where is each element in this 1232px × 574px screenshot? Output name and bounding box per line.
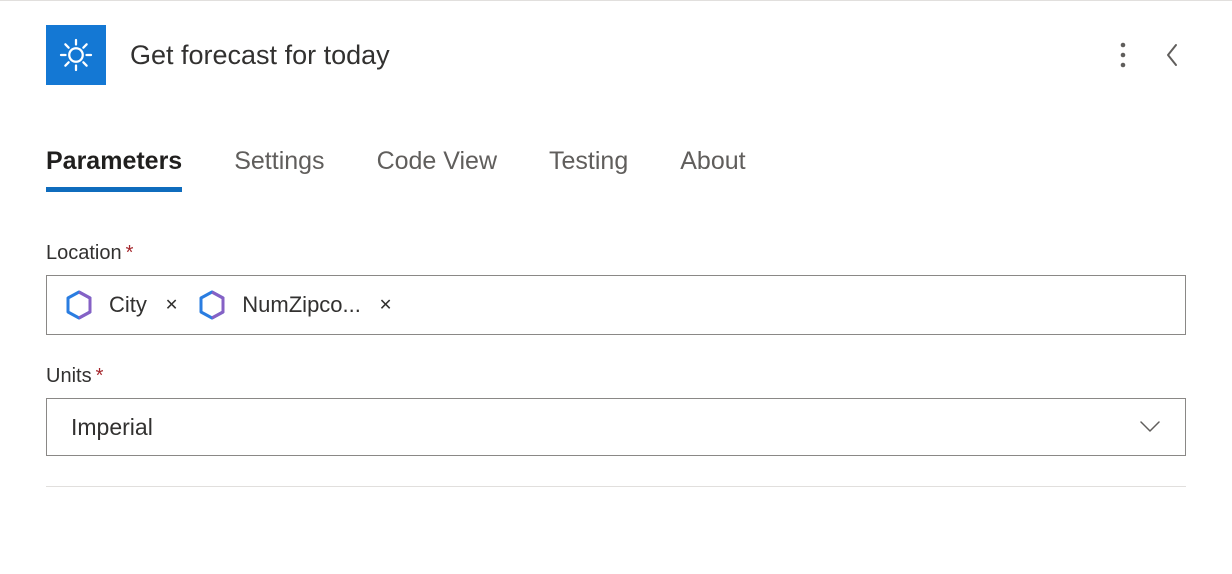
action-panel: Get forecast for today Parameters Settin… xyxy=(0,0,1232,487)
units-label: Units* xyxy=(46,365,1186,388)
tab-about[interactable]: About xyxy=(680,147,745,190)
tab-settings[interactable]: Settings xyxy=(234,147,324,190)
tab-code-view[interactable]: Code View xyxy=(377,147,497,190)
chevron-left-icon xyxy=(1164,41,1180,69)
token-city[interactable]: City ✕ xyxy=(61,287,184,323)
required-indicator: * xyxy=(96,365,104,387)
header-actions xyxy=(1114,35,1186,75)
tab-bar: Parameters Settings Code View Testing Ab… xyxy=(0,97,1232,190)
token-remove-button[interactable]: ✕ xyxy=(373,295,398,315)
required-indicator: * xyxy=(126,242,134,264)
location-field: Location* City ✕ xyxy=(46,242,1186,335)
location-input[interactable]: City ✕ NumZipco... ✕ xyxy=(46,275,1186,335)
token-label: City xyxy=(109,292,147,318)
section-divider xyxy=(46,486,1186,487)
panel-header: Get forecast for today xyxy=(0,1,1232,97)
units-select[interactable]: Imperial xyxy=(46,398,1186,456)
more-options-button[interactable] xyxy=(1114,36,1132,74)
more-vertical-icon xyxy=(1120,42,1126,68)
chevron-down-icon xyxy=(1139,420,1161,434)
location-label: Location* xyxy=(46,242,1186,265)
units-value: Imperial xyxy=(71,414,153,441)
token-label: NumZipco... xyxy=(242,292,361,318)
tab-parameters[interactable]: Parameters xyxy=(46,147,182,190)
token-remove-button[interactable]: ✕ xyxy=(159,295,184,315)
action-title: Get forecast for today xyxy=(130,40,1090,71)
tab-testing[interactable]: Testing xyxy=(549,147,628,190)
units-field: Units* Imperial xyxy=(46,365,1186,456)
sun-icon xyxy=(58,37,94,73)
token-numzipco[interactable]: NumZipco... ✕ xyxy=(194,287,398,323)
action-icon-container xyxy=(46,25,106,85)
parameters-content: Location* City ✕ xyxy=(0,190,1232,456)
dynamic-content-icon xyxy=(61,287,97,323)
dynamic-content-icon xyxy=(194,287,230,323)
collapse-button[interactable] xyxy=(1158,35,1186,75)
